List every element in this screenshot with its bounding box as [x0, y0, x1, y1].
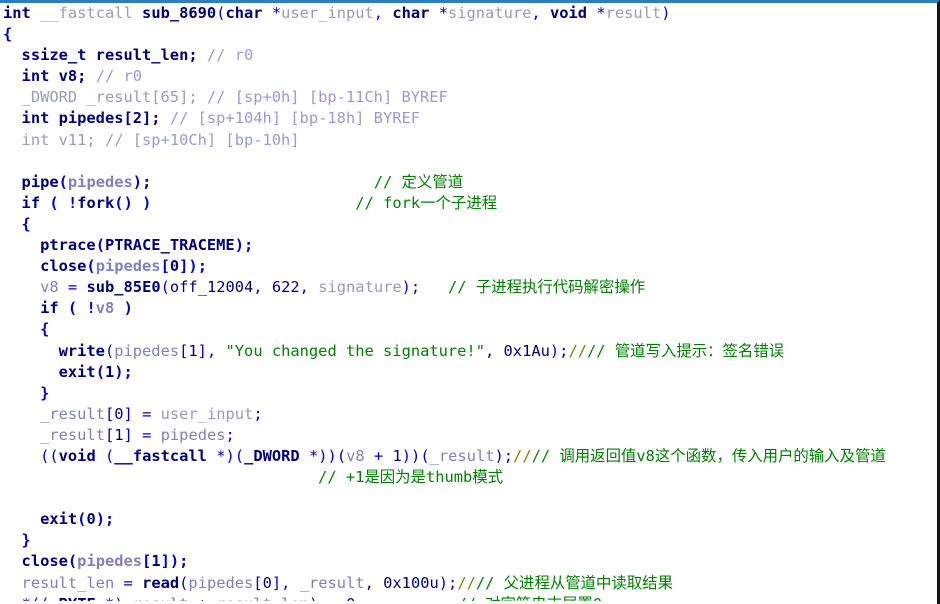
code-line-decrypt[interactable]: v8 = sub_85E0(off_12004, 622, signature)…: [0, 277, 934, 298]
code-line-close-brace-1[interactable]: }: [0, 383, 934, 404]
local-decl: int v11;: [21, 130, 96, 149]
code-line-local-0[interactable]: ssize_t result_len; // r0: [0, 45, 934, 66]
brace-open: {: [40, 320, 50, 339]
if-fork[interactable]: if ( !fork() ): [22, 194, 152, 212]
code-line-result1[interactable]: _result[1] = pipedes;: [0, 425, 934, 446]
local-decl: int pipedes[2];: [21, 109, 161, 128]
ptrace-call[interactable]: ptrace(PTRACE_TRACEME);: [40, 236, 253, 254]
if-not-v8[interactable]: if ( !v8 ): [40, 299, 133, 317]
exit-call[interactable]: exit(0);: [40, 510, 114, 528]
close-call[interactable]: close(pipedes[1]);: [22, 552, 189, 570]
comment-write-hint: // 管道写入提示：签名错误: [586, 341, 785, 360]
brace-close: }: [21, 531, 31, 550]
code-line-thumb-comment[interactable]: // +1是因为是thumb模式: [0, 467, 934, 488]
pipe-call[interactable]: pipe(pipedes);: [22, 173, 152, 191]
write-call[interactable]: write(pipedes[1], "You changed the signa…: [59, 342, 569, 360]
code-line-signature[interactable]: int __fastcall sub_8690(char *user_input…: [0, 3, 934, 24]
read-call[interactable]: result_len = read(pipedes[0], _result, 0…: [22, 574, 458, 592]
code-line-nul-terminate[interactable]: *((_BYTE *)_result + result_len) = 0; //…: [0, 594, 934, 601]
code-line-local-1[interactable]: int v8; // r0: [0, 66, 934, 87]
code-line-local-2[interactable]: _DWORD _result[65]; // [sp+0h] [bp-11Ch]…: [0, 87, 934, 108]
code-line-write[interactable]: write(pipedes[1], "You changed the signa…: [0, 341, 934, 362]
code-line-ptrace[interactable]: ptrace(PTRACE_TRACEME);: [0, 235, 934, 256]
close-call[interactable]: close(pipedes[0]);: [40, 257, 207, 275]
pseudocode-text-area[interactable]: int __fastcall sub_8690(char *user_input…: [0, 3, 934, 601]
auto-comment: // r0: [206, 46, 254, 65]
comment-decrypt: // 子进程执行代码解密操作: [448, 278, 646, 297]
exit-call[interactable]: exit(1);: [59, 363, 133, 381]
nul-terminate[interactable]: *((_BYTE *)_result + result_len) = 0;: [22, 595, 365, 601]
code-line-result0[interactable]: _result[0] = user_input;: [0, 404, 934, 425]
comment-thumb-mode: // +1是因为是thumb模式: [318, 468, 504, 487]
local-decl: int v8;: [21, 67, 87, 86]
code-line-exit-1[interactable]: exit(1);: [0, 362, 934, 383]
code-line-open-brace[interactable]: {: [0, 24, 934, 45]
result1-assign[interactable]: _result[1] = pipedes;: [40, 426, 235, 444]
code-line-open-brace-3[interactable]: {: [0, 319, 934, 340]
decrypt-assign[interactable]: v8 = sub_85E0(off_12004, 622, signature)…: [40, 278, 420, 296]
comment-nul-term: // 对字符串末尾置0: [457, 595, 602, 601]
comment-read-result: // 父进程从管道中读取结果: [475, 573, 673, 592]
auto-comment: // [sp+104h] [bp-18h] BYREF: [169, 109, 421, 128]
code-line-close-write[interactable]: close(pipedes[1]);: [0, 551, 934, 572]
brace-open: {: [21, 214, 31, 233]
code-line-if-not-v8[interactable]: if ( !v8 ): [0, 298, 934, 319]
auto-comment: // r0: [95, 67, 143, 86]
brace-open: {: [3, 25, 13, 44]
function-params: char *user_input, char *signature, void …: [225, 4, 662, 22]
auto-comment: // [sp+0h] [bp-11Ch] BYREF: [206, 88, 448, 107]
comment-slashes: //: [568, 341, 587, 360]
comment-slashes: //: [457, 573, 476, 592]
code-line-pipe[interactable]: pipe(pipedes); // 定义管道: [0, 172, 934, 193]
comment-pipe: // 定义管道: [373, 172, 464, 191]
code-line-read[interactable]: result_len = read(pipedes[0], _result, 0…: [0, 573, 934, 594]
return-type: int: [3, 4, 31, 22]
auto-comment: // [sp+10Ch] [bp-10h]: [104, 130, 300, 149]
code-line-open-brace-2[interactable]: {: [0, 214, 934, 235]
close-paren: ): [661, 4, 671, 22]
code-line-fnptr-call[interactable]: ((void (__fastcall *)(_DWORD *))(v8 + 1)…: [0, 446, 934, 467]
comment-fork: // fork一个子进程: [355, 193, 498, 212]
comment-slashes: //: [513, 446, 532, 465]
code-line-local-3[interactable]: int pipedes[2]; // [sp+104h] [bp-18h] BY…: [0, 108, 934, 129]
local-decl: ssize_t result_len;: [21, 46, 198, 65]
function-name[interactable]: sub_8690: [142, 4, 216, 22]
code-line-close-read[interactable]: close(pipedes[0]);: [0, 256, 934, 277]
calling-convention: __fastcall: [40, 4, 133, 22]
code-line-exit-0[interactable]: exit(0);: [0, 509, 934, 530]
comment-call-fn: // 调用返回值v8这个函数，传入用户的输入及管道: [531, 446, 886, 465]
code-line-local-4[interactable]: int v11; // [sp+10Ch] [bp-10h]: [0, 130, 934, 151]
pseudocode-window: int __fastcall sub_8690(char *user_input…: [0, 0, 940, 604]
result0-assign[interactable]: _result[0] = user_input;: [40, 405, 263, 423]
fnptr-call[interactable]: ((void (__fastcall *)(_DWORD *))(v8 + 1)…: [40, 447, 513, 465]
code-line-if-fork[interactable]: if ( !fork() ) // fork一个子进程: [0, 193, 934, 214]
code-line-close-brace-2[interactable]: }: [0, 530, 934, 551]
local-decl: _DWORD _result[65];: [21, 88, 198, 107]
brace-close: }: [40, 383, 50, 402]
